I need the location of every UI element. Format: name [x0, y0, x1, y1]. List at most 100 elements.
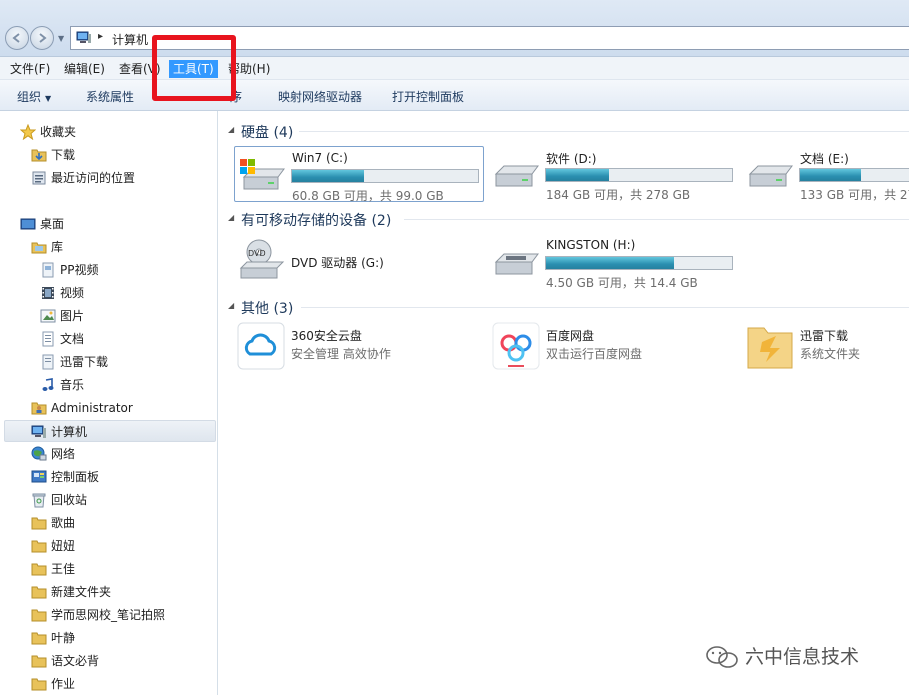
drive-c[interactable]: Win7 (C:) 60.8 GB 可用，共 99.0 GB — [234, 146, 484, 203]
sidebar-item-pictures[interactable]: 图片 — [40, 305, 210, 327]
film-icon — [42, 287, 54, 299]
collapse-chevron-icon[interactable]: ◢ — [228, 125, 234, 134]
sidebar-item-folder-yejing[interactable]: 叶静 — [31, 627, 211, 649]
sidebar-item-control-panel[interactable]: 控制面板 — [31, 466, 211, 488]
sidebar-item-folder-songs[interactable]: 歌曲 — [31, 512, 211, 534]
sidebar-item-folder-homework[interactable]: 作业 — [31, 673, 211, 695]
drive-name: KINGSTON (H:) — [546, 238, 636, 252]
sidebar-label: 妞妞 — [51, 539, 76, 553]
drive-usage-bar — [799, 168, 909, 182]
folder-icon — [31, 632, 47, 645]
sidebar-label: 收藏夹 — [40, 125, 77, 139]
system-properties-button[interactable]: 系统属性 — [86, 88, 134, 105]
sidebar-item-libraries[interactable]: 库 — [31, 236, 211, 258]
command-toolbar: 组织 ▼ 系统属性 序 映射网络驱动器 打开控制面板 — [0, 80, 909, 111]
group-divider — [301, 307, 909, 308]
group-title: 硬盘 (4) — [241, 125, 294, 141]
collapse-chevron-icon[interactable]: ◢ — [228, 301, 234, 310]
sidebar-item-desktop[interactable]: 桌面 — [20, 213, 210, 235]
open-control-panel-button[interactable]: 打开控制面板 — [392, 88, 464, 105]
folder-icon — [31, 655, 47, 668]
item-xunlei-download[interactable]: 迅雷下载 系统文件夹 — [743, 318, 909, 374]
drive-space-info: 133 GB 可用，共 27 — [800, 188, 909, 202]
sidebar-label: 图片 — [60, 309, 85, 323]
drive-d[interactable]: 软件 (D:) 184 GB 可用，共 278 GB — [489, 146, 739, 202]
menu-file[interactable]: 文件(F) — [6, 60, 54, 78]
back-button[interactable] — [5, 26, 29, 50]
picture-icon — [40, 309, 56, 323]
group-header-removable[interactable]: ◢ 有可移动存储的设备 (2) — [219, 209, 909, 229]
item-baidu-netdisk[interactable]: 百度网盘 双击运行百度网盘 — [489, 318, 739, 374]
desktop-icon — [20, 218, 36, 230]
sidebar-label: 回收站 — [51, 493, 88, 507]
user-folder-icon — [31, 402, 47, 415]
drive-name: DVD 驱动器 (G:) — [291, 256, 384, 270]
item-360-cloud[interactable]: 360安全云盘 安全管理 高效协作 — [234, 318, 484, 374]
address-bar-area: ▼ ▸ 计算机 — [0, 0, 909, 57]
group-divider — [404, 219, 909, 220]
forward-button[interactable] — [30, 26, 54, 50]
sidebar-label: 库 — [51, 240, 64, 254]
organize-button[interactable]: 组织 ▼ — [17, 88, 51, 105]
downloads-folder-icon — [31, 149, 47, 162]
computer-icon — [31, 425, 46, 438]
sidebar-label: 网络 — [51, 447, 76, 461]
drive-name: 文档 (E:) — [800, 152, 849, 166]
folder-icon — [31, 540, 47, 553]
sidebar-item-music[interactable]: 音乐 — [40, 374, 210, 396]
sidebar-item-xunlei-download[interactable]: 迅雷下载 — [40, 351, 210, 373]
item-name: 迅雷下载 — [800, 329, 849, 343]
sidebar-item-folder-new[interactable]: 新建文件夹 — [31, 581, 211, 603]
group-header-hard-disks[interactable]: ◢ 硬盘 (4) — [219, 121, 909, 141]
map-network-drive-button[interactable]: 映射网络驱动器 — [278, 88, 362, 105]
drive-e[interactable]: 文档 (E:) 133 GB 可用，共 27 — [743, 146, 909, 202]
libraries-icon — [31, 242, 47, 254]
drive-h-kingston[interactable]: KINGSTON (H:) 4.50 GB 可用，共 14.4 GB — [489, 234, 739, 290]
navigation-pane: 收藏夹 下载 最近访问的位置 桌面 库 PP视频 视频 图片 文档 迅雷下载 音… — [0, 111, 218, 695]
hard-drive-icon — [494, 165, 539, 187]
sidebar-item-folder-wangjia[interactable]: 王佳 — [31, 558, 211, 580]
drive-space-info: 4.50 GB 可用，共 14.4 GB — [546, 276, 698, 290]
sidebar-item-documents[interactable]: 文档 — [40, 328, 210, 350]
cloud-drive-icon — [237, 322, 285, 370]
sidebar-item-computer[interactable]: 计算机 — [4, 420, 216, 442]
sidebar-label: 语文必背 — [51, 654, 100, 668]
menu-edit[interactable]: 编辑(E) — [60, 60, 109, 78]
sidebar-item-network[interactable]: 网络 — [31, 443, 211, 465]
arrow-left-icon — [12, 33, 20, 43]
sidebar-item-downloads[interactable]: 下载 — [31, 144, 211, 166]
recycle-bin-icon — [32, 493, 46, 508]
drive-g-dvd[interactable]: DVD DVD 驱动器 (G:) — [234, 234, 484, 290]
sidebar-item-favorites[interactable]: 收藏夹 — [20, 121, 210, 143]
sidebar-label: 桌面 — [40, 217, 65, 231]
sidebar-item-recycle-bin[interactable]: 回收站 — [31, 489, 211, 511]
organize-label: 组织 — [17, 90, 42, 104]
folder-icon — [31, 678, 47, 691]
breadcrumb-computer[interactable]: 计算机 — [112, 31, 148, 48]
group-header-other[interactable]: ◢ 其他 (3) — [219, 297, 909, 317]
sidebar-item-folder-niuniu[interactable]: 妞妞 — [31, 535, 211, 557]
sidebar-item-recent-places[interactable]: 最近访问的位置 — [31, 167, 211, 189]
watermark-text: 六中信息技术 — [745, 646, 860, 668]
system-drive-icon — [240, 159, 285, 190]
sidebar-item-folder-yuwen[interactable]: 语文必背 — [31, 650, 211, 672]
document-icon — [42, 331, 54, 347]
tools-menu-highlight — [152, 35, 236, 101]
folder-icon — [31, 563, 47, 576]
sidebar-item-folder-xueersi[interactable]: 学而思网校_笔记拍照 — [31, 604, 211, 626]
sidebar-label: 作业 — [51, 677, 76, 691]
recent-pages-dropdown[interactable]: ▼ — [58, 34, 64, 43]
group-title: 有可移动存储的设备 (2) — [241, 213, 392, 229]
chevron-down-icon: ▼ — [45, 94, 52, 103]
sidebar-item-administrator[interactable]: Administrator — [31, 397, 211, 419]
item-name: 百度网盘 — [546, 329, 595, 343]
hard-drive-icon — [748, 165, 793, 187]
sidebar-label: 最近访问的位置 — [51, 171, 136, 185]
sidebar-item-videos[interactable]: 视频 — [40, 282, 210, 304]
collapse-chevron-icon[interactable]: ◢ — [228, 213, 234, 222]
arrow-right-icon — [39, 33, 47, 43]
sidebar-item-pp-video[interactable]: PP视频 — [40, 259, 210, 281]
recent-places-icon — [32, 171, 46, 185]
sidebar-label: 下载 — [51, 148, 76, 162]
breadcrumb-separator: ▸ — [98, 31, 104, 42]
